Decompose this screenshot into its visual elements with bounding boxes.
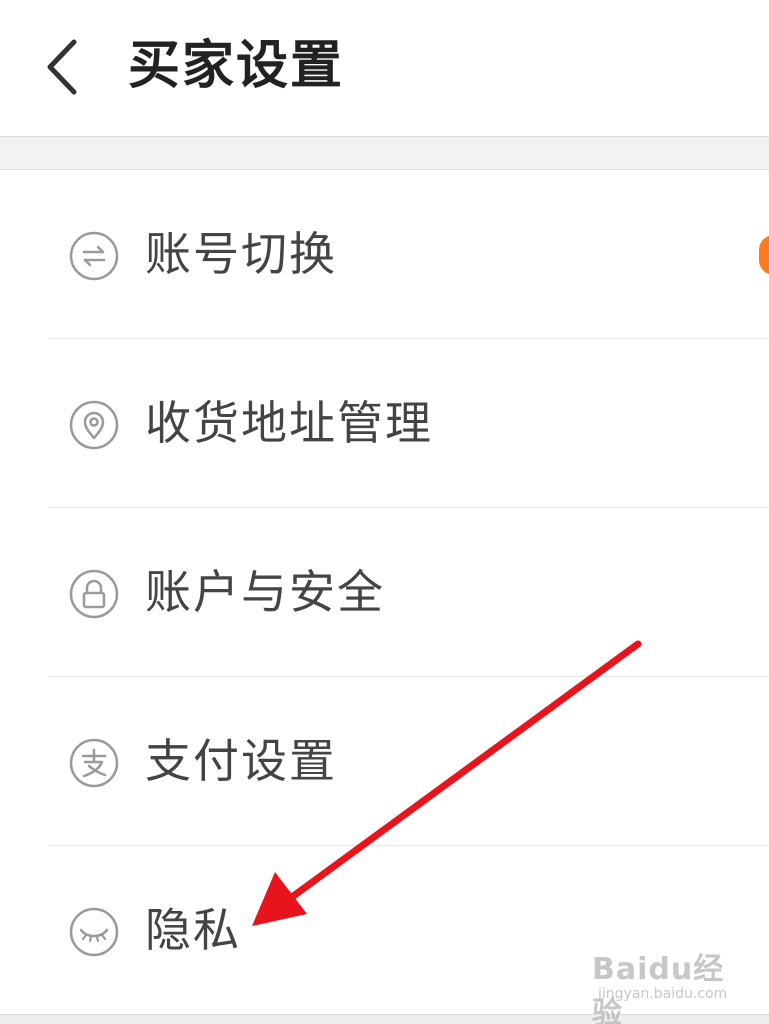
top-bar: 买家设置 — [0, 0, 769, 137]
location-pin-icon — [69, 400, 119, 450]
menu-item-address-management[interactable]: 收货地址管理 — [0, 339, 769, 508]
menu-item-label: 账户与安全 — [145, 565, 385, 619]
lock-icon — [69, 569, 119, 619]
chevron-left-icon — [47, 39, 77, 95]
menu-item-label: 隐私 — [145, 903, 241, 957]
page-title: 买家设置 — [128, 36, 345, 96]
back-button[interactable] — [30, 22, 100, 112]
menu-item-label: 账号切换 — [145, 227, 337, 281]
section-separator — [0, 137, 769, 170]
baidu-jingyan-watermark: Baidu经验 jingyan.baidu.com — [592, 940, 742, 1024]
menu-item-account-security[interactable]: 账户与安全 — [0, 508, 769, 677]
switch-account-icon — [69, 231, 119, 281]
menu-item-account-switch[interactable]: 账号切换 — [0, 170, 769, 339]
watermark-url: jingyan.baidu.com — [598, 986, 728, 1002]
menu-item-payment-settings[interactable]: 支付设置 — [0, 677, 769, 846]
notification-badge — [759, 235, 769, 275]
menu-item-label: 支付设置 — [145, 734, 337, 788]
payment-icon — [69, 738, 119, 788]
settings-menu: 账号切换 收货地址管理 账户与安全 支付设置 隐私 — [0, 170, 769, 1015]
buyer-settings-page: 买家设置 账号切换 收货地址管理 账户与安全 支付设置 隐私 Baidu经验 j… — [0, 0, 769, 1024]
closed-eye-icon — [69, 907, 119, 957]
watermark-brand: Baidu经验 — [592, 952, 725, 1024]
menu-item-label: 收货地址管理 — [145, 396, 433, 450]
